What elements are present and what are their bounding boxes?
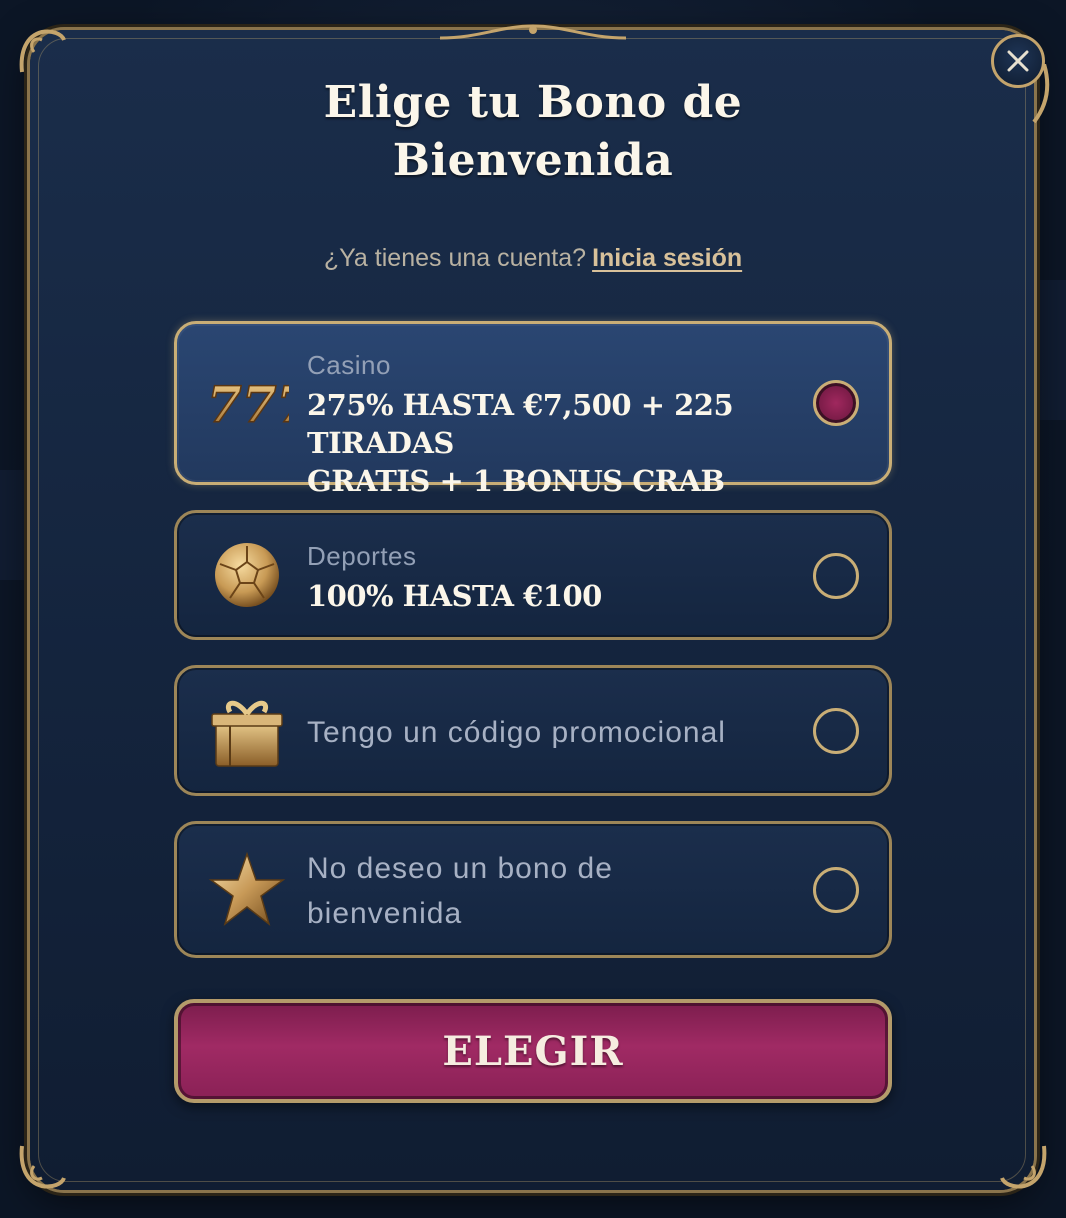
radio-sports[interactable]: [813, 553, 859, 599]
option-category: Deportes: [307, 541, 417, 571]
close-icon: [1007, 50, 1029, 72]
corner-ornament-bottom-right-icon: [1000, 1145, 1047, 1189]
modal-title: Elige tu Bono de Bienvenida: [0, 74, 1066, 190]
777-slot-icon: 777: [205, 360, 289, 444]
modal-title-line-2: Bienvenida: [392, 135, 674, 186]
bonus-option-promo-code[interactable]: Tengo un código promocional: [174, 665, 892, 796]
star-icon: [205, 848, 289, 932]
option-no-bonus-line-2: bienvenida: [307, 897, 463, 930]
gift-icon: [205, 690, 289, 774]
elegir-button[interactable]: ELEGIR: [174, 999, 892, 1103]
option-title-line-1: 275% HASTA €7,500 + 225 TIRADAS: [307, 388, 734, 460]
option-title-line-2: GRATIS + 1 BONUS CRAB: [307, 464, 725, 498]
corner-ornament-bottom-left-icon: [19, 1145, 66, 1189]
option-promo-text: Tengo un código promocional: [307, 716, 726, 749]
bonus-option-sports[interactable]: Deportes 100% HASTA €100: [174, 510, 892, 640]
modal-title-line-1: Elige tu Bono de: [323, 77, 743, 128]
login-link[interactable]: Inicia sesión: [592, 244, 742, 272]
login-prompt-text: ¿Ya tienes una cuenta?: [323, 244, 587, 272]
bonus-option-no-bonus[interactable]: No deseo un bono de bienvenida: [174, 821, 892, 958]
radio-no-bonus[interactable]: [813, 867, 859, 913]
radio-promo-code[interactable]: [813, 708, 859, 754]
background-panel-left: [0, 470, 30, 580]
option-title: 275% HASTA €7,500 + 225 TIRADAS GRATIS +…: [307, 386, 827, 500]
option-no-bonus-line-1: No deseo un bono de: [307, 852, 613, 885]
bonus-option-casino[interactable]: 777 Casino 275% HASTA €7,500 + 225 TIRAD…: [174, 321, 892, 498]
background-panel-right: [1036, 280, 1066, 420]
option-category: Casino: [307, 350, 391, 380]
elegir-button-label: ELEGIR: [442, 1027, 624, 1075]
top-center-ornament-icon: [440, 24, 626, 40]
option-no-bonus-text: No deseo un bono de bienvenida: [307, 846, 727, 936]
svg-text:777: 777: [207, 375, 289, 432]
corner-ornament-top-left-icon: [19, 29, 66, 73]
soccer-ball-icon: [205, 533, 289, 617]
option-title: 100% HASTA €100: [307, 579, 602, 613]
login-prompt-row: ¿Ya tienes una cuenta? Inicia sesión: [0, 244, 1066, 273]
radio-casino[interactable]: [813, 380, 859, 426]
